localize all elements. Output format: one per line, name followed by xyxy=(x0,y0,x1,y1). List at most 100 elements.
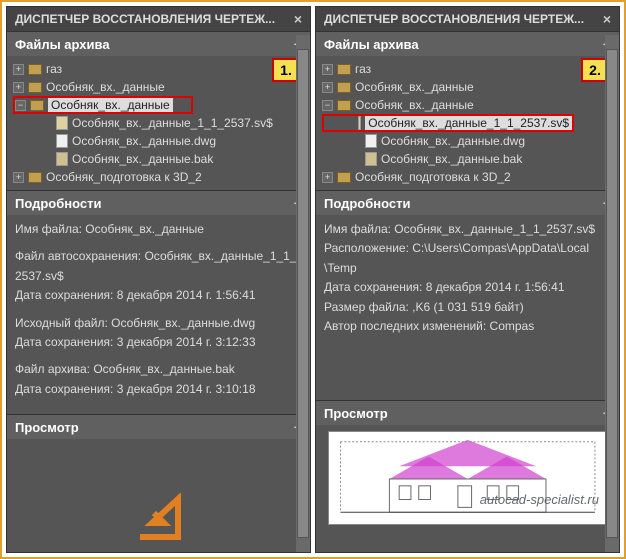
file-bak-icon xyxy=(56,152,68,166)
preview-label: Просмотр xyxy=(15,420,79,435)
titlebar: ДИСПЕТЧЕР ВОССТАНОВЛЕНИЯ ЧЕРТЕЖ... × xyxy=(316,7,619,31)
archive-tree: 1. + газ + Особняк_вх._данные − Особняк_… xyxy=(7,56,310,190)
detail-line: Файл архива: Особняк_вх._данные.bak xyxy=(15,361,302,378)
panel-left: ДИСПЕТЧЕР ВОССТАНОВЛЕНИЯ ЧЕРТЕЖ... × Фай… xyxy=(6,6,311,553)
tree-node-selected[interactable]: − Особняк_вх._данные xyxy=(13,96,193,114)
tree-file[interactable]: Особняк_вх._данные.bak xyxy=(13,150,304,168)
logo-icon xyxy=(134,493,184,543)
details-label: Подробности xyxy=(324,196,411,211)
folder-icon xyxy=(30,100,44,111)
details-header[interactable]: Подробности − xyxy=(316,191,619,215)
file-dwg-icon xyxy=(365,134,377,148)
detail-line: 2537.sv$ xyxy=(15,268,302,285)
titlebar: ДИСПЕТЧЕР ВОССТАНОВЛЕНИЯ ЧЕРТЕЖ... × xyxy=(7,7,310,31)
preview-label: Просмотр xyxy=(324,406,388,421)
archive-section: Файлы архива − 2. + газ + Особняк_вх._да… xyxy=(316,31,619,190)
folder-icon xyxy=(337,100,351,111)
preview-header[interactable]: Просмотр − xyxy=(316,401,619,425)
file-label: Особняк_вх._данные.bak xyxy=(72,152,213,166)
detail-line: Расположение: C:\Users\Compas\AppData\Lo… xyxy=(324,240,611,257)
folder-icon xyxy=(28,82,42,93)
detail-line: Дата сохранения: 3 декабря 2014 г. 3:10:… xyxy=(15,381,302,398)
detail-line: \Temp xyxy=(324,260,611,277)
preview-body xyxy=(7,439,310,549)
spacer xyxy=(350,136,361,147)
expand-plus-icon[interactable]: + xyxy=(322,82,333,93)
expand-minus-icon[interactable]: − xyxy=(322,100,333,111)
folder-icon xyxy=(337,82,351,93)
close-icon[interactable]: × xyxy=(294,11,302,27)
detail-line: Дата сохранения: 8 декабря 2014 г. 1:56:… xyxy=(324,279,611,296)
details-label: Подробности xyxy=(15,196,102,211)
details-body: Имя файла: Особняк_вх._данные_1_1_2537.s… xyxy=(316,215,619,400)
node-label: Особняк_вх._данные xyxy=(355,80,474,94)
tree-node[interactable]: + Особняк_подготовка к 3D_2 xyxy=(322,168,613,186)
detail-line: Имя файла: Особняк_вх._данные xyxy=(15,221,302,238)
tree-node[interactable]: − Особняк_вх._данные xyxy=(322,96,613,114)
preview-header[interactable]: Просмотр − xyxy=(7,415,310,439)
window-title: ДИСПЕТЧЕР ВОССТАНОВЛЕНИЯ ЧЕРТЕЖ... xyxy=(15,12,275,26)
close-icon[interactable]: × xyxy=(603,11,611,27)
detail-line: Файл автосохранения: Особняк_вх._данные_… xyxy=(15,248,302,265)
folder-icon xyxy=(28,172,42,183)
tree-node[interactable]: + Особняк_вх._данные xyxy=(322,78,613,96)
tree-file[interactable]: Особняк_вх._данные.bak xyxy=(322,150,613,168)
watermark-text: autocad-specialist.ru xyxy=(480,492,599,507)
tree-node[interactable]: + Особняк_вх._данные xyxy=(13,78,304,96)
expand-plus-icon[interactable]: + xyxy=(13,172,24,183)
archive-label: Файлы архива xyxy=(324,37,419,52)
expand-plus-icon[interactable]: + xyxy=(13,82,24,93)
tree-node[interactable]: + Особняк_подготовка к 3D_2 xyxy=(13,168,304,186)
expand-minus-icon[interactable]: − xyxy=(15,100,26,111)
node-label: Особняк_подготовка к 3D_2 xyxy=(46,170,202,184)
detail-line: Автор последних изменений: Compas xyxy=(324,318,611,335)
drawing-preview-icon xyxy=(328,431,607,525)
scrollbar[interactable] xyxy=(296,35,310,552)
expand-plus-icon[interactable]: + xyxy=(13,64,24,75)
file-sv-icon xyxy=(358,116,362,130)
detail-line: Имя файла: Особняк_вх._данные_1_1_2537.s… xyxy=(324,221,611,238)
archive-section: Файлы архива − 1. + газ + Особняк_вх._да… xyxy=(7,31,310,190)
scroll-thumb[interactable] xyxy=(606,49,618,538)
spacer xyxy=(350,154,361,165)
file-label: Особняк_вх._данные_1_1_2537.sv$ xyxy=(365,116,572,130)
detail-line: Дата сохранения: 3 декабря 2014 г. 3:12:… xyxy=(15,334,302,351)
file-bak-icon xyxy=(365,152,377,166)
details-section: Подробности − Имя файла: Особняк_вх._дан… xyxy=(7,190,310,414)
spacer xyxy=(352,118,354,129)
spacer xyxy=(41,118,52,129)
detail-line: Исходный файл: Особняк_вх._данные.dwg xyxy=(15,315,302,332)
file-label: Особняк_вх._данные.dwg xyxy=(72,134,216,148)
spacer xyxy=(41,154,52,165)
file-sv-icon xyxy=(56,116,68,130)
tree-file[interactable]: Особняк_вх._данные.dwg xyxy=(13,132,304,150)
node-label: Особняк_вх._данные xyxy=(48,98,173,112)
folder-icon xyxy=(337,64,351,75)
tree-node[interactable]: + газ xyxy=(13,60,304,78)
tree-file[interactable]: Особняк_вх._данные.dwg xyxy=(322,132,613,150)
expand-plus-icon[interactable]: + xyxy=(322,172,333,183)
scroll-thumb[interactable] xyxy=(297,49,309,538)
file-label: Особняк_вх._данные_1_1_2537.sv$ xyxy=(72,116,273,130)
window-title: ДИСПЕТЧЕР ВОССТАНОВЛЕНИЯ ЧЕРТЕЖ... xyxy=(324,12,584,26)
panel-right: ДИСПЕТЧЕР ВОССТАНОВЛЕНИЯ ЧЕРТЕЖ... × Фай… xyxy=(315,6,620,553)
tree-node[interactable]: + газ xyxy=(322,60,613,78)
detail-line: Дата сохранения: 8 декабря 2014 г. 1:56:… xyxy=(15,287,302,304)
spacer xyxy=(41,136,52,147)
archive-header[interactable]: Файлы архива − xyxy=(7,32,310,56)
archive-header[interactable]: Файлы архива − xyxy=(316,32,619,56)
folder-icon xyxy=(337,172,351,183)
scrollbar[interactable] xyxy=(605,35,619,552)
file-label: Особняк_вх._данные.bak xyxy=(381,152,522,166)
details-section: Подробности − Имя файла: Особняк_вх._дан… xyxy=(316,190,619,400)
node-label: Особняк_вх._данные xyxy=(355,98,474,112)
preview-section: Просмотр − xyxy=(316,400,619,552)
details-header[interactable]: Подробности − xyxy=(7,191,310,215)
expand-plus-icon[interactable]: + xyxy=(322,64,333,75)
preview-body: autocad-specialist.ru xyxy=(316,425,619,535)
archive-tree: 2. + газ + Особняк_вх._данные − Особняк_… xyxy=(316,56,619,190)
archive-label: Файлы архива xyxy=(15,37,110,52)
node-label: Особняк_подготовка к 3D_2 xyxy=(355,170,511,184)
tree-file[interactable]: Особняк_вх._данные_1_1_2537.sv$ xyxy=(13,114,304,132)
tree-file-selected[interactable]: Особняк_вх._данные_1_1_2537.sv$ xyxy=(322,114,574,132)
